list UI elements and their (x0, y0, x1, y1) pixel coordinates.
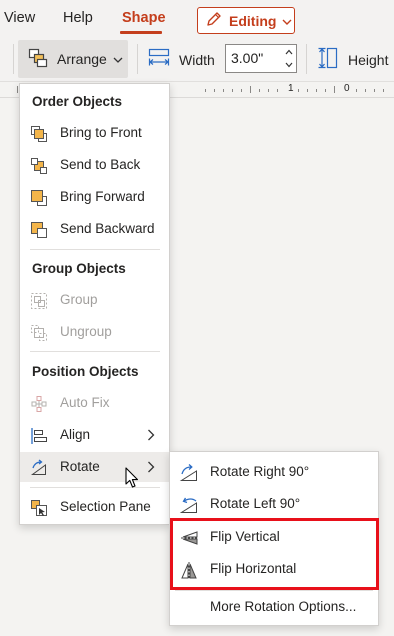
width-control: Width (147, 46, 215, 73)
flip-horizontal-icon (179, 560, 199, 580)
spin-down-icon[interactable] (285, 62, 293, 68)
submenu-item-label: More Rotation Options... (210, 599, 357, 614)
width-label: Width (179, 51, 215, 68)
menu-item-send-to-back[interactable]: Send to Back (20, 150, 169, 180)
editing-mode-button[interactable]: Editing (197, 7, 295, 34)
submenu-item-label: Flip Vertical (210, 529, 280, 544)
spin-up-icon[interactable] (285, 49, 293, 55)
ribbon-separator (13, 44, 14, 74)
chevron-right-icon (147, 461, 155, 476)
ribbon-tab-bar: View Help Shape Editing (0, 0, 394, 38)
menu-item-align[interactable]: Align (20, 420, 169, 450)
group-icon (30, 292, 48, 310)
height-label: Height (348, 51, 389, 68)
flip-vertical-icon (179, 528, 199, 548)
menu-item-label: Send to Back (60, 157, 141, 172)
chevron-right-icon (147, 429, 155, 444)
ribbon-separator (137, 44, 138, 74)
selection-pane-icon (30, 499, 48, 517)
width-icon (147, 46, 171, 73)
width-field[interactable]: 3.00" (225, 44, 297, 73)
send-backward-icon (30, 221, 48, 239)
tab-shape[interactable]: Shape (122, 10, 166, 26)
menu-item-label: Group (60, 292, 98, 307)
rotate-right-icon (179, 463, 199, 483)
height-control: Height (316, 46, 388, 73)
menu-heading-position: Position Objects (32, 364, 139, 379)
ribbon-separator (306, 44, 307, 74)
rotate-icon (30, 459, 48, 477)
menu-item-label: Selection Pane (60, 499, 151, 514)
menu-separator (30, 351, 160, 352)
submenu-item-flip-vertical[interactable]: Flip Vertical (170, 522, 378, 552)
menu-item-label: Ungroup (60, 324, 112, 339)
menu-item-label: Auto Fix (60, 395, 110, 410)
menu-item-send-backward[interactable]: Send Backward (20, 214, 169, 244)
tab-view[interactable]: View (4, 10, 35, 26)
width-value: 3.00" (231, 50, 264, 66)
tab-help[interactable]: Help (63, 10, 93, 26)
menu-item-selection-pane[interactable]: Selection Pane (20, 492, 169, 522)
menu-item-label: Bring Forward (60, 189, 145, 204)
submenu-item-label: Rotate Left 90° (210, 496, 301, 511)
rotate-left-icon (179, 495, 199, 515)
menu-item-ungroup: Ungroup (20, 317, 169, 347)
height-icon (316, 46, 340, 73)
menu-item-label: Bring to Front (60, 125, 142, 140)
menu-item-bring-forward[interactable]: Bring Forward (20, 182, 169, 212)
align-icon (30, 427, 48, 445)
rotate-submenu: Rotate Right 90° Rotate Left 90° Flip Ve… (169, 451, 379, 626)
menu-heading-group: Group Objects (32, 261, 126, 276)
submenu-item-more-rotation-options[interactable]: More Rotation Options... (170, 592, 378, 622)
chevron-down-icon (282, 13, 292, 29)
submenu-item-flip-horizontal[interactable]: Flip Horizontal (170, 554, 378, 584)
menu-item-auto-fix: Auto Fix (20, 388, 169, 418)
submenu-item-rotate-right[interactable]: Rotate Right 90° (170, 457, 378, 487)
menu-separator (30, 249, 160, 250)
submenu-separator (175, 590, 373, 591)
arrange-label: Arrange (57, 51, 107, 67)
send-to-back-icon (30, 157, 48, 175)
menu-item-rotate[interactable]: Rotate (20, 452, 169, 482)
chevron-down-icon (113, 52, 123, 67)
menu-item-label: Send Backward (60, 221, 155, 236)
arrange-menu: Order Objects Bring to Front Send to Bac… (19, 83, 170, 525)
bring-forward-icon (30, 189, 48, 207)
ruler-label: 1 (288, 83, 294, 94)
ungroup-icon (30, 324, 48, 342)
submenu-item-rotate-left[interactable]: Rotate Left 90° (170, 489, 378, 519)
auto-fix-icon (30, 395, 48, 413)
menu-heading-order: Order Objects (32, 94, 123, 109)
menu-separator (30, 487, 160, 488)
menu-item-group: Group (20, 285, 169, 315)
ruler-label: 0 (344, 83, 350, 94)
submenu-item-label: Flip Horizontal (210, 561, 297, 576)
menu-item-label: Rotate (60, 459, 100, 474)
menu-item-bring-to-front[interactable]: Bring to Front (20, 118, 169, 148)
arrange-icon (28, 48, 48, 71)
active-tab-indicator (120, 31, 162, 34)
editing-mode-label: Editing (229, 12, 277, 29)
pencil-icon (205, 10, 223, 31)
menu-item-label: Align (60, 427, 91, 442)
bring-to-front-icon (30, 125, 48, 143)
submenu-item-label: Rotate Right 90° (210, 464, 310, 479)
mouse-cursor-icon (125, 467, 139, 488)
arrange-button[interactable]: Arrange (18, 40, 128, 78)
